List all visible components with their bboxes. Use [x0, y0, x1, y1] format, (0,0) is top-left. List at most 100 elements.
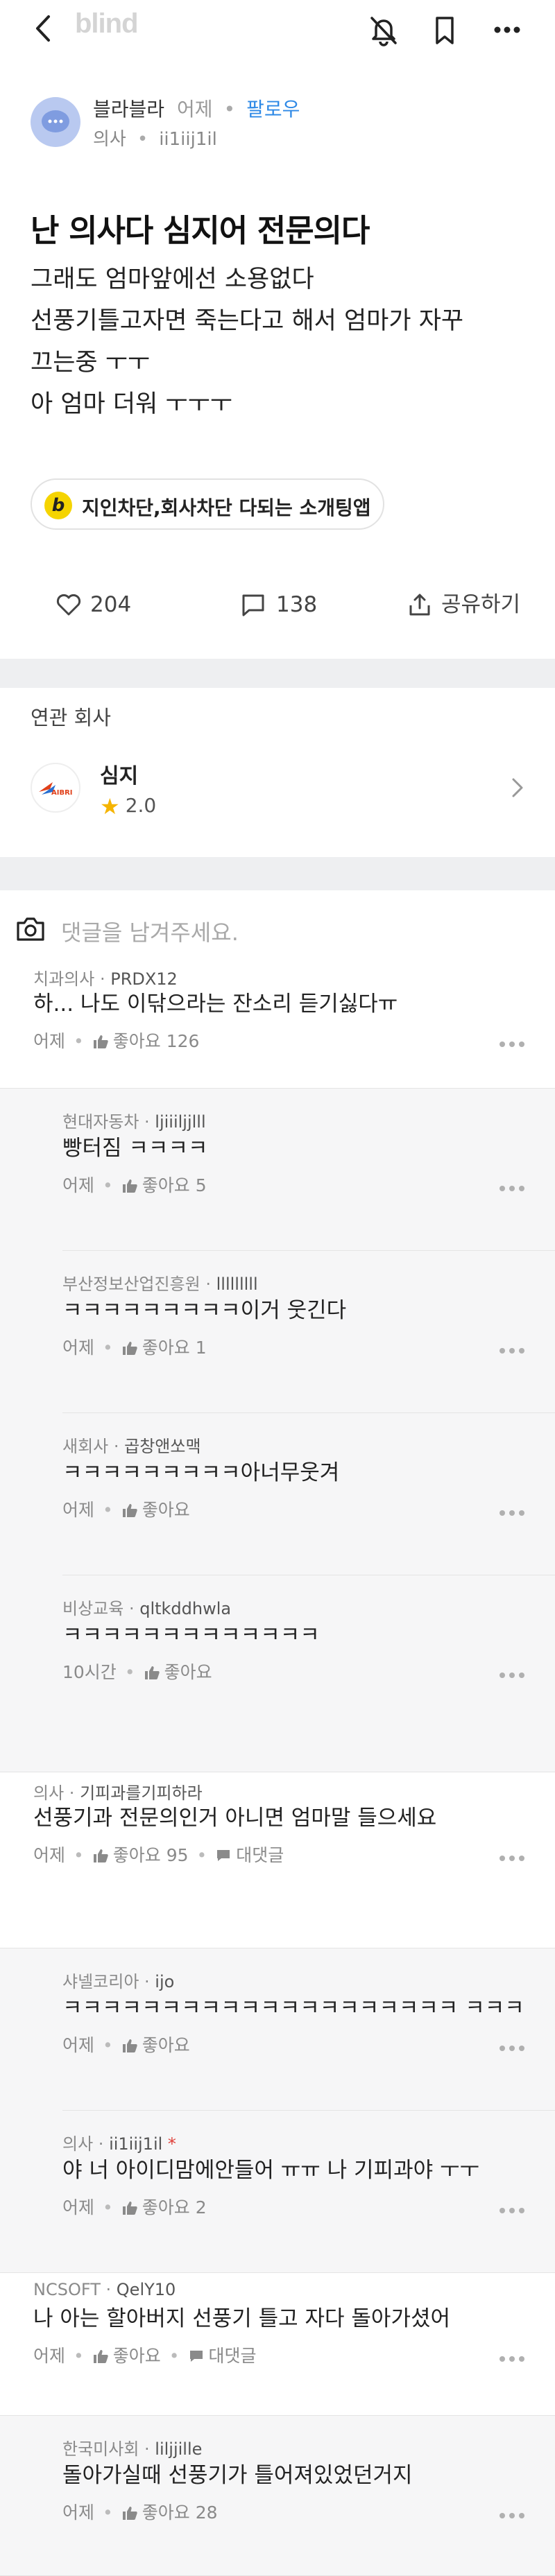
post-body-line: 그래도 엄마앞에선 소용없다	[31, 266, 314, 293]
reply-icon	[189, 2351, 203, 2362]
author-name[interactable]: 블라블라	[93, 98, 164, 121]
comment-count-button[interactable]: 138	[240, 582, 330, 627]
comment-time: 어제	[62, 1338, 95, 1358]
comment-count: 138	[276, 592, 318, 617]
post-date: 어제	[177, 98, 213, 121]
comment-like-button[interactable]: 좋아요 1	[121, 1338, 207, 1358]
reply-comment: 현대자동차 · ljiiiljjlll 빵터짐 ㅋㅋㅋㅋ 어제 • 좋아요 5	[0, 1089, 555, 1251]
reply-comment: 한국미사회 · liljjille 돌아가실때 선풍기가 틀어져있었던거지 어제 • 좋…	[0, 2416, 555, 2576]
company-logo-text: AIBRI	[51, 789, 73, 797]
comment-nick[interactable]: qltkddhwla	[139, 1599, 231, 1618]
post-actions: 204 138 공유하기	[0, 582, 555, 627]
separator-dot: •	[137, 129, 148, 150]
comment-meta: NCSOFT · QelY10	[33, 2280, 176, 2299]
comment-like-button[interactable]: 좋아요 2	[121, 2197, 207, 2218]
comment-nick[interactable]: ijo	[155, 1972, 174, 1991]
comment-footer: 어제 • 좋아요	[62, 1500, 190, 1520]
comment-time: 어제	[33, 2346, 66, 2366]
company-rating: ★ 2.0	[100, 793, 156, 820]
reply-comment: 의사 · ii1iij1il * 야 너 아이디맘에안들어 ㅠㅠ 나 기피과야 ㅜ…	[0, 2111, 555, 2273]
comment-more-button[interactable]	[500, 2208, 524, 2215]
reply-comment: 샤넬코리아 · ijo ㅋㅋㅋㅋㅋㅋㅋㅋㅋㅋㅋㅋㅋㅋㅋㅋㅋㅋㅋㅋ ㅋㅋㅋ 어제 • 좋아…	[0, 1948, 555, 2111]
reply-button[interactable]: 대댓글	[215, 1845, 284, 1865]
comment-like-button[interactable]: 좋아요 126	[92, 1031, 199, 1051]
section-divider	[0, 857, 555, 890]
comment-footer: 어제 • 좋아요 95 • 대댓글	[33, 1845, 284, 1865]
thumbs-up-icon	[122, 1179, 137, 1193]
related-company[interactable]: AIBRI 심지 ★ 2.0	[31, 753, 530, 822]
ad-label: 지인차단,회사차단 다되는 소개팅앱	[82, 496, 371, 519]
comment-company: 비상교육	[62, 1599, 124, 1618]
comment-like-button[interactable]: 좋아요	[121, 2035, 190, 2055]
comment-text: 돌아가실때 선풍기가 틀어져있었던거지	[62, 2463, 413, 2488]
comment-company: 현대자동차	[62, 1112, 139, 1132]
comment-more-button[interactable]	[500, 1041, 524, 1048]
app-logo: blind	[75, 8, 139, 39]
comment-input[interactable]: 댓글을 남겨주세요.	[0, 903, 555, 958]
thumbs-up-icon	[93, 2350, 108, 2363]
notification-off-button[interactable]	[366, 12, 401, 47]
bookmark-button[interactable]	[427, 12, 462, 47]
comment-nick[interactable]: ii1iij1il	[109, 2134, 162, 2154]
thumbs-up-icon	[122, 2039, 137, 2052]
like-button[interactable]: 204	[56, 582, 139, 627]
comment-more-button[interactable]	[500, 1186, 524, 1193]
share-button[interactable]: 공유하기	[407, 582, 531, 627]
comment-time: 어제	[62, 2197, 95, 2218]
comment-more-button[interactable]	[500, 1856, 524, 1862]
comment-like-button[interactable]: 좋아요 5	[121, 1175, 207, 1195]
author-id: ii1iij1il	[159, 129, 217, 150]
thumbs-up-icon	[122, 1504, 137, 1517]
comment-more-button[interactable]	[500, 2046, 524, 2052]
comment-like-button[interactable]: 좋아요	[144, 1662, 212, 1682]
comment-text: 빵터짐 ㅋㅋㅋㅋ	[62, 1136, 208, 1161]
comment-company: NCSOFT	[33, 2280, 101, 2299]
comment-company: 새회사	[62, 1437, 109, 1456]
comment-more-button[interactable]	[500, 1348, 524, 1355]
more-button[interactable]	[490, 12, 524, 47]
comment-text: 야 너 아이디맘에안들어 ㅠㅠ 나 기피과야 ㅜㅜ	[62, 2158, 480, 2183]
comment-company: 한국미사회	[62, 2439, 139, 2459]
comment-nick[interactable]: 곱창앤쏘맥	[124, 1437, 200, 1456]
comment-footer: 어제 • 좋아요 2	[62, 2197, 207, 2218]
comment-like-button[interactable]: 좋아요	[121, 1500, 190, 1520]
reply-icon	[217, 1850, 230, 1861]
thumbs-up-icon	[144, 1666, 160, 1679]
comment-like-button[interactable]: 좋아요 95	[92, 1845, 189, 1865]
avatar[interactable]	[31, 97, 80, 147]
ad-chip[interactable]: b 지인차단,회사차단 다되는 소개팅앱	[31, 478, 384, 530]
comment-icon	[242, 594, 264, 616]
comment-nick[interactable]: liljjille	[155, 2439, 202, 2459]
comment-nick[interactable]: QelY10	[117, 2280, 176, 2299]
comment-meta: 현대자동차 · ljiiiljjlll	[62, 1112, 206, 1132]
comment-placeholder: 댓글을 남겨주세요.	[61, 919, 239, 946]
star-icon: ★	[100, 793, 120, 820]
comment-nick[interactable]: ljiiiljjlll	[155, 1112, 205, 1132]
comment-like-button[interactable]: 좋아요 28	[121, 2502, 218, 2523]
comment-time: 어제	[33, 1031, 66, 1051]
comment-meta: 비상교육 · qltkddhwla	[62, 1599, 232, 1618]
comment-text: ㅋㅋㅋㅋㅋㅋㅋㅋㅋㅋㅋㅋㅋㅋㅋㅋㅋㅋㅋㅋ ㅋㅋㅋ	[62, 1996, 524, 2021]
back-button[interactable]	[26, 11, 61, 46]
reply-button[interactable]: 대댓글	[188, 2346, 257, 2366]
comment-more-button[interactable]	[500, 2356, 524, 2363]
comment-text: ㅋㅋㅋㅋㅋㅋㅋㅋㅋ아너무웃겨	[62, 1460, 340, 1485]
like-count: 204	[90, 592, 132, 617]
comment-footer: 10시간 • 좋아요	[62, 1662, 212, 1682]
thumbs-up-icon	[93, 1035, 108, 1048]
comment-time: 어제	[62, 2502, 95, 2523]
comment-meta: 샤넬코리아 · ijo	[62, 1972, 175, 1991]
comment-like-button[interactable]: 좋아요	[92, 2346, 161, 2366]
company-name: 심지	[100, 764, 139, 788]
camera-icon[interactable]	[14, 913, 47, 946]
author-company: 의사	[93, 129, 126, 150]
comment-more-button[interactable]	[500, 2513, 524, 2520]
comment-footer: 어제 • 좋아요 1	[62, 1338, 207, 1358]
related-company-label: 연관 회사	[31, 706, 111, 729]
comment-more-button[interactable]	[500, 1510, 524, 1517]
comment-text: 나 아는 할아버지 선풍기 틀고 자다 돌아가셨어	[33, 2306, 451, 2331]
follow-button[interactable]: 팔로우	[246, 98, 300, 121]
comment-more-button[interactable]	[500, 1672, 524, 1679]
comment-text: 하... 나도 이닦으라는 잔소리 듣기싫다ㅠ	[33, 992, 398, 1017]
comment-nick[interactable]: lllllllll	[216, 1274, 258, 1294]
